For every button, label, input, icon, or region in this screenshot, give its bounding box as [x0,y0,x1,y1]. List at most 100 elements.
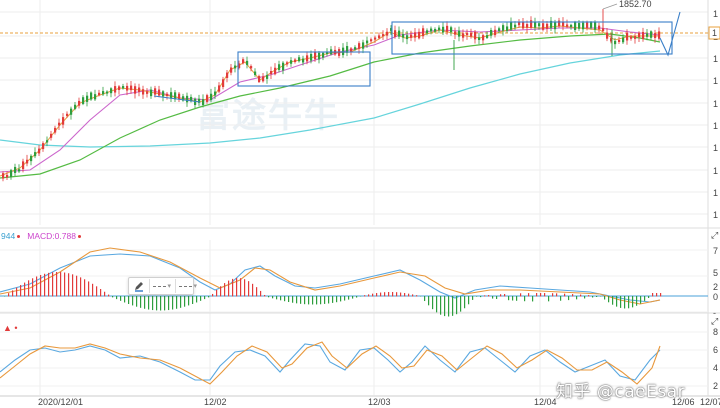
macd-bar [464,296,466,309]
candle-body [458,30,461,37]
macd-bar [260,290,262,297]
macd-bar [308,296,310,305]
candle-body [274,67,277,75]
candle-body [278,64,281,70]
candle-body [234,65,237,69]
macd-bar [348,296,350,300]
candle-body [62,117,65,125]
macd-bar [536,293,538,297]
macd-bar [624,296,626,309]
candle-body [534,22,537,28]
candle-body [290,60,293,64]
macd-bar [280,296,282,301]
candle-body [162,91,165,97]
macd-bar [648,296,650,299]
kdj-tick-label: 6 [713,345,718,355]
candle-body [354,47,357,50]
candle-body [150,89,153,97]
macd-bar [76,275,78,297]
candle-body [386,31,389,36]
candle-body [542,23,545,30]
macd-bar [40,274,42,297]
macd-bar [364,295,366,297]
candle-body [378,35,381,39]
macd-bar [616,296,618,307]
candle-body [590,22,593,28]
dashed-line-icon[interactable]: ▾ [149,279,171,293]
macd-bar [600,296,602,297]
macd-bar [360,296,362,297]
macd-bar [52,272,54,297]
arrow-icon[interactable]: ⤢ [710,230,718,240]
candle-body [230,67,233,73]
macd-bar [212,293,214,297]
macd-bar [400,292,402,297]
macd-bar [140,296,142,308]
candle-body [6,174,9,178]
arrow-icon[interactable]: ⤢ [710,316,718,326]
candle-body [70,108,73,115]
pencil-icon[interactable] [133,279,145,293]
macd-bar [256,287,258,297]
candle-body [462,33,465,38]
macd-bar [544,293,546,297]
candle-body [430,28,433,32]
macd-bar [480,296,482,298]
macd-bar [416,295,418,297]
macd-bar [164,296,166,311]
macd-bar [104,291,106,297]
macd-bar [488,295,490,297]
candle-body [66,113,69,116]
candle-body [302,58,305,63]
macd-bar [660,293,662,297]
ma-xlong-line [0,50,661,148]
candle-body [222,79,225,88]
candle-body [2,173,5,179]
candle-body [370,39,373,42]
candlestick-chart[interactable]: 1852.70 1111111111 7520- 8642 1 ⤢ ⤢ ▲ • … [0,0,720,408]
kdj-k-line [0,343,661,381]
candle-body [454,31,457,35]
macd-bar [548,296,550,302]
candle-body [126,85,129,91]
macd-bar [184,296,186,307]
candle-body [546,23,549,29]
macd-bar [564,293,566,297]
macd-bar [200,296,202,301]
candle-body [142,89,145,95]
dashed-line-icon[interactable]: ▾ [175,279,197,293]
candle-body [310,53,313,61]
candle-body [382,34,385,37]
candle-body [490,29,493,36]
candle-body [638,32,641,38]
macd-bar [204,296,206,300]
macd-bar [312,296,314,305]
candle-body [130,85,133,91]
macd-bar [436,296,438,313]
candle-body [478,37,481,40]
macd-bar [476,296,478,297]
candle-body [318,52,321,60]
candle-body [10,170,13,177]
candle-body [246,60,249,65]
candle-body [306,55,309,62]
macd-bar [652,293,654,297]
candle-body [586,22,589,28]
candle-body [594,21,597,30]
candle-body [202,99,205,105]
price-tick-label: 1 [713,143,718,153]
candle-body [442,26,445,33]
price-axis: 1 1 1 1 1 1 1 1 1 1 [713,9,718,220]
candle-body [614,40,617,45]
macd-bar [12,290,14,297]
drawing-toolbar[interactable]: ▾ ▾ [128,277,197,295]
candle-body [42,143,45,150]
macd-bar [368,294,370,297]
candle-body [474,31,477,40]
macd-histogram [4,272,662,317]
candle-body [394,30,397,37]
candle-body [38,148,41,154]
candle-body [618,39,621,43]
macd-bar [304,296,306,305]
macd-bar [500,294,502,297]
